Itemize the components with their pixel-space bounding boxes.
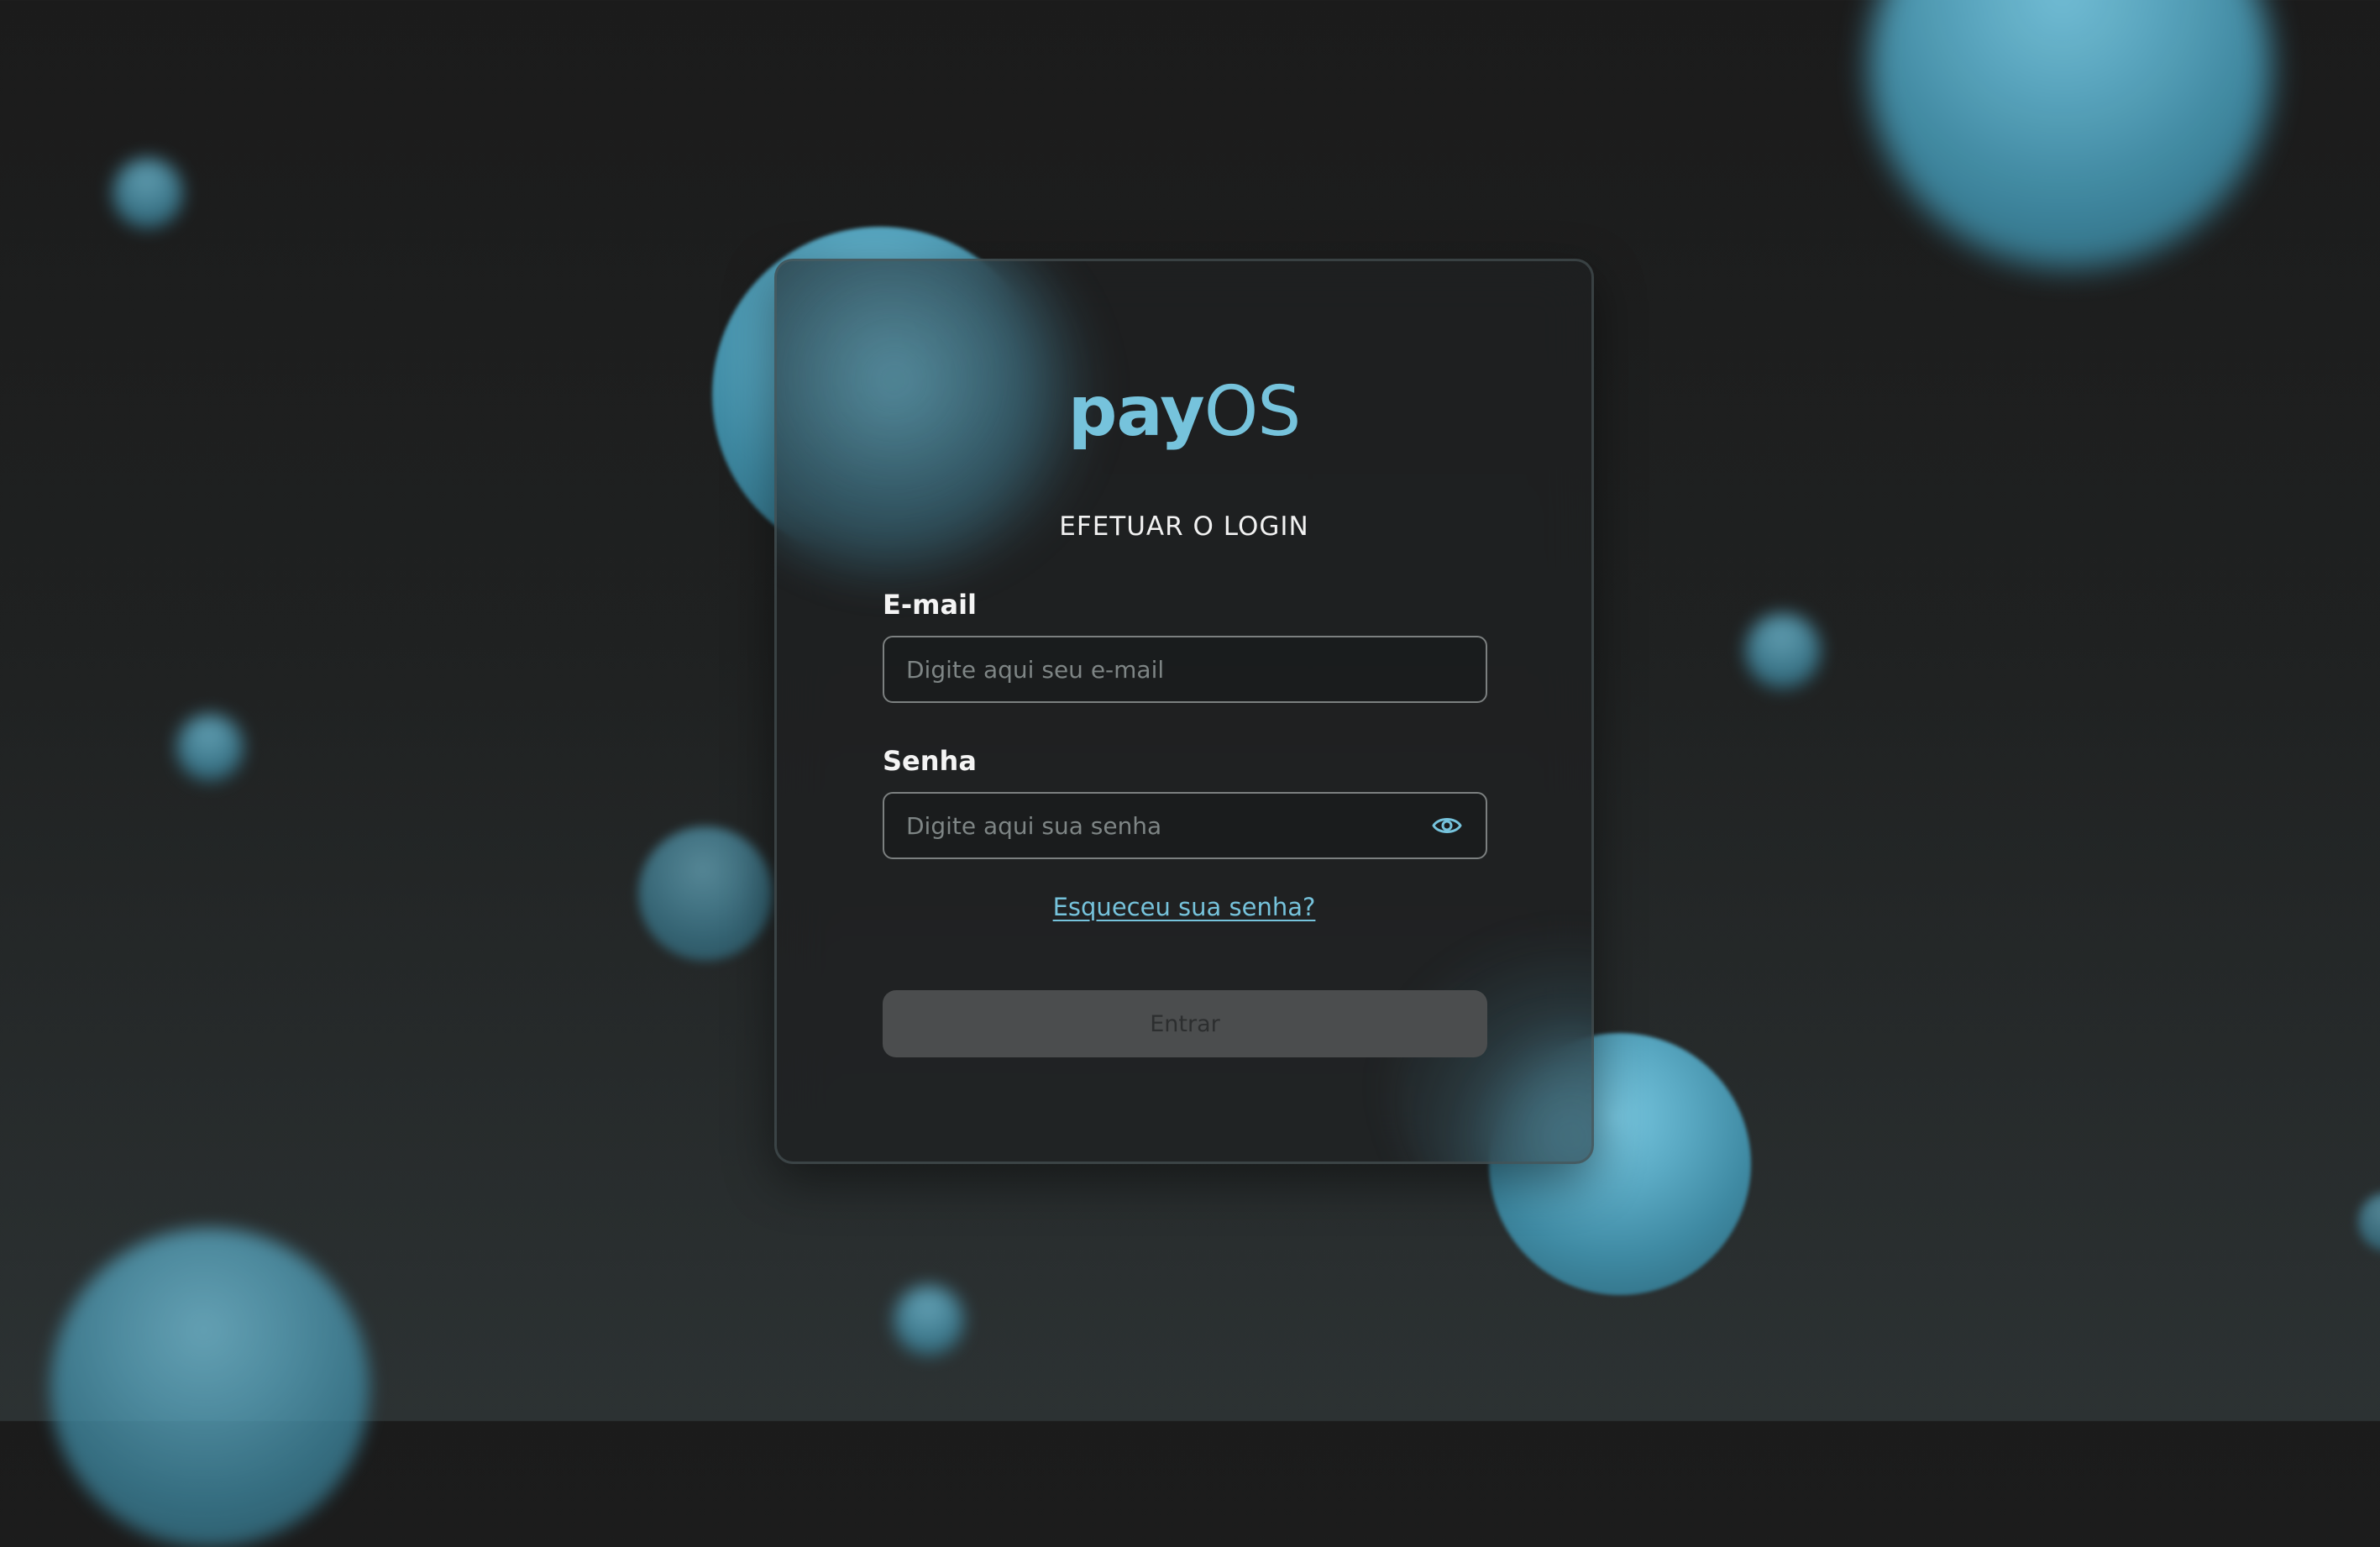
- eye-icon[interactable]: [1432, 814, 1462, 837]
- background-bubble: [638, 826, 773, 961]
- password-input[interactable]: [884, 794, 1486, 857]
- logo-text-pay: pay: [1067, 372, 1205, 452]
- submit-button[interactable]: Entrar: [883, 990, 1487, 1057]
- email-field-wrapper: [883, 636, 1487, 703]
- login-title: EFETUAR O LOGIN: [1059, 511, 1309, 542]
- background-bubble: [2358, 1193, 2380, 1251]
- email-input[interactable]: [884, 637, 1486, 701]
- forgot-password-link[interactable]: Esqueceu sua senha?: [1053, 893, 1316, 921]
- background-bubble: [113, 158, 183, 228]
- forgot-password-container: Esqueceu sua senha?: [777, 893, 1591, 921]
- login-page: { "brand": { "logo_part1": "pay", "logo_…: [0, 0, 2380, 1547]
- password-field-wrapper: [883, 792, 1487, 859]
- background-bubble: [894, 1285, 964, 1356]
- background-bubble: [1745, 613, 1821, 689]
- login-card: payOS EFETUAR O LOGIN E-mail Senha Esque…: [774, 259, 1594, 1164]
- logo-text-os: OS: [1203, 372, 1302, 452]
- email-label: E-mail: [883, 589, 978, 621]
- password-label: Senha: [883, 745, 977, 777]
- background-bubble: [176, 714, 244, 781]
- background-bubble: [1869, 0, 2272, 269]
- background-bubble: [50, 1228, 370, 1547]
- brand-logo: payOS: [777, 370, 1591, 454]
